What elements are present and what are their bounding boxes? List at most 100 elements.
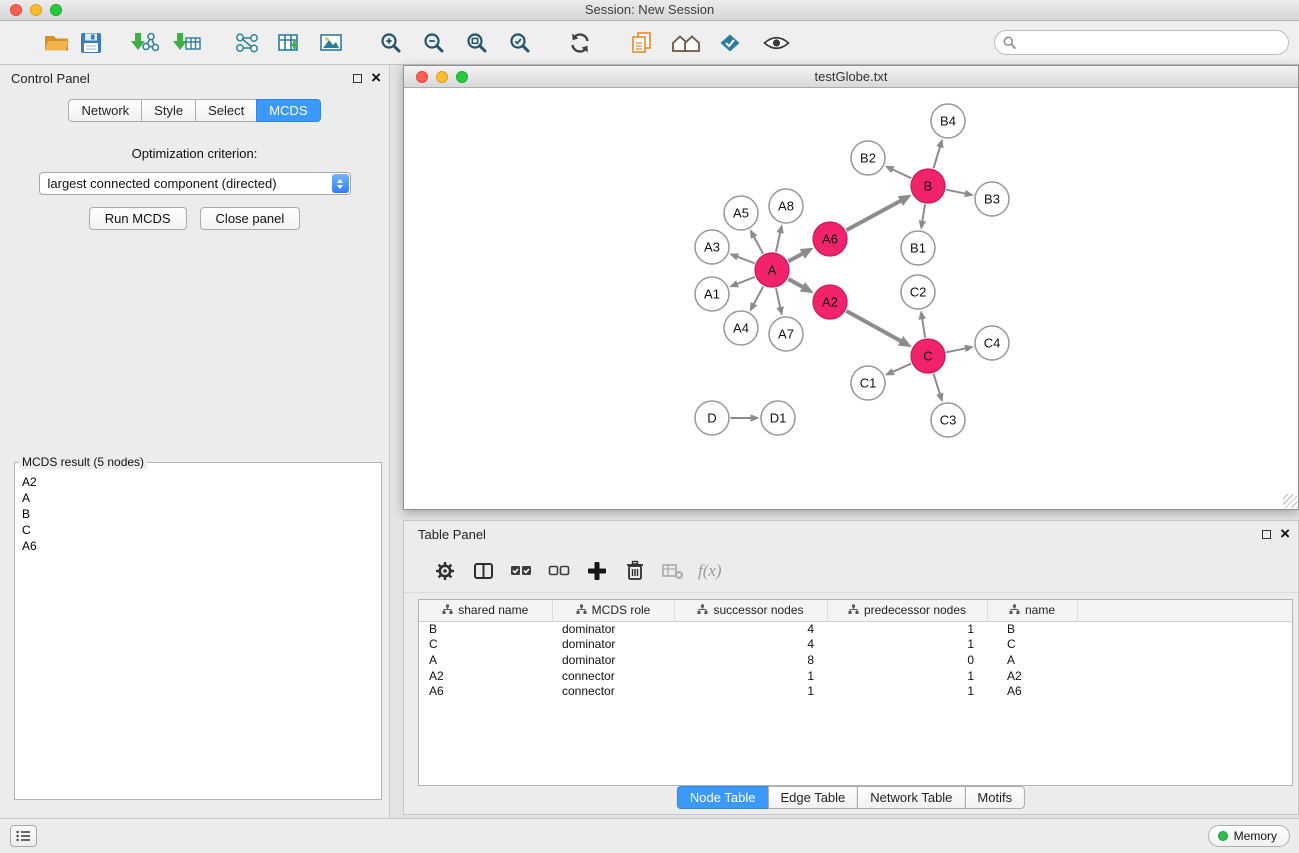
graph-node-A7[interactable]: A7	[769, 317, 803, 351]
network-window-titlebar[interactable]: testGlobe.txt	[404, 66, 1298, 88]
tab-node-table[interactable]: Node Table	[677, 786, 769, 809]
graph-node-A3[interactable]: A3	[695, 230, 729, 264]
houses-icon[interactable]	[669, 24, 703, 62]
graph-edge-A-A5[interactable]	[750, 229, 763, 253]
open-folder-icon[interactable]	[40, 24, 74, 62]
graph-edge-D-D1[interactable]	[731, 414, 760, 422]
graph-edge-C-C3[interactable]	[934, 374, 944, 403]
graph-node-A2[interactable]: A2	[813, 285, 847, 319]
table-row[interactable]: A6connector11A6	[419, 684, 1292, 700]
delete-row-icon[interactable]	[616, 552, 654, 590]
graph-edge-B-B4[interactable]	[933, 139, 943, 169]
resize-corner[interactable]	[1283, 494, 1297, 508]
settings-gear-icon[interactable]	[426, 552, 464, 590]
graph-edge-C-C1[interactable]	[885, 364, 911, 376]
graph-edge-A-A2[interactable]	[788, 279, 814, 293]
node-table[interactable]: shared nameMCDS rolesuccessor nodesprede…	[418, 599, 1293, 786]
zoom-out-icon[interactable]	[417, 24, 451, 62]
function-builder-icon[interactable]: f(x)	[698, 561, 722, 581]
network-close-button[interactable]	[416, 71, 428, 83]
graph-node-A5[interactable]: A5	[724, 196, 758, 230]
column-header-shared-name[interactable]: shared name	[419, 600, 552, 621]
graph-edge-A2-C[interactable]	[846, 311, 912, 347]
network-minimize-button[interactable]	[436, 71, 448, 83]
graph-node-A6[interactable]: A6	[813, 222, 847, 256]
close-table-panel-icon[interactable]: ×	[1280, 521, 1290, 547]
graph-node-B2[interactable]: B2	[851, 141, 885, 175]
graph-edge-A-A8[interactable]	[776, 224, 784, 252]
search-box[interactable]	[994, 30, 1289, 55]
tab-network-table[interactable]: Network Table	[857, 786, 965, 809]
graph-edge-C-C4[interactable]	[946, 345, 974, 353]
eye-icon[interactable]	[759, 24, 793, 62]
select-all-icon[interactable]	[502, 552, 540, 590]
search-input[interactable]	[1021, 35, 1280, 50]
float-panel-icon[interactable]	[353, 74, 362, 83]
graph-edge-A6-B[interactable]	[846, 195, 911, 230]
export-image-icon[interactable]	[314, 24, 348, 62]
column-header-MCDS-role[interactable]: MCDS role	[552, 600, 674, 621]
table-row[interactable]: A2connector11A2	[419, 669, 1292, 685]
graph-node-D[interactable]: D	[695, 401, 729, 435]
graph-node-B3[interactable]: B3	[975, 182, 1009, 216]
run-mcds-button[interactable]: Run MCDS	[89, 207, 187, 230]
document-copy-icon[interactable]	[625, 24, 659, 62]
window-titlebar[interactable]: Session: New Session	[0, 0, 1299, 21]
tab-style[interactable]: Style	[141, 99, 196, 122]
graph-node-B1[interactable]: B1	[901, 231, 935, 265]
graph-edge-B-B3[interactable]	[946, 190, 974, 198]
table-row[interactable]: Cdominator41C	[419, 637, 1292, 653]
column-header-successor-nodes[interactable]: successor nodes	[674, 600, 827, 621]
zoom-in-icon[interactable]	[374, 24, 408, 62]
graph-node-A1[interactable]: A1	[695, 277, 729, 311]
network-zoom-button[interactable]	[456, 71, 468, 83]
zoom-selected-icon[interactable]	[503, 24, 537, 62]
graphics-details-icon[interactable]	[713, 24, 747, 62]
close-window-button[interactable]	[10, 4, 22, 16]
graph-node-A8[interactable]: A8	[769, 189, 803, 223]
import-network-file-icon[interactable]	[128, 24, 162, 62]
close-panel-button[interactable]: Close panel	[200, 207, 301, 230]
table-row[interactable]: Bdominator41B	[419, 621, 1292, 637]
table-float-panel-icon[interactable]	[1262, 530, 1271, 539]
column-header-predecessor-nodes[interactable]: predecessor nodes	[827, 600, 987, 621]
zoom-fit-icon[interactable]	[460, 24, 494, 62]
mcds-result-list[interactable]: A2ABCA6	[17, 471, 379, 797]
new-table-icon[interactable]	[272, 24, 306, 62]
table-row[interactable]: Adominator80A	[419, 653, 1292, 669]
tab-mcds[interactable]: MCDS	[256, 99, 320, 122]
tab-motifs[interactable]: Motifs	[964, 786, 1025, 809]
graph-node-D1[interactable]: D1	[761, 401, 795, 435]
column-header-name[interactable]: name	[987, 600, 1077, 621]
save-session-icon[interactable]	[74, 24, 108, 62]
criterion-dropdown[interactable]: largest connected component (directed)	[39, 172, 351, 195]
graph-edge-B-B1[interactable]	[919, 204, 926, 229]
graph-edge-A-A1[interactable]	[729, 277, 755, 287]
network-graph[interactable]: A5A8A3A1A4A7B4B2B3B1C2C4C1C3DD1AA6A2BC	[405, 89, 1297, 508]
import-table-file-icon[interactable]	[170, 24, 204, 62]
graph-node-B4[interactable]: B4	[931, 104, 965, 138]
task-history-button[interactable]	[10, 825, 37, 847]
show-columns-icon[interactable]	[464, 552, 502, 590]
clone-network-icon[interactable]	[230, 24, 264, 62]
minimize-window-button[interactable]	[30, 4, 42, 16]
graph-node-C[interactable]: C	[911, 339, 945, 373]
tab-network[interactable]: Network	[68, 99, 142, 122]
graph-edge-A-A7[interactable]	[776, 288, 784, 316]
graph-edge-B-B2[interactable]	[885, 166, 911, 178]
graph-edge-A-A6[interactable]	[788, 248, 813, 262]
close-control-panel-icon[interactable]: ×	[371, 65, 381, 91]
graph-edge-A-A4[interactable]	[750, 286, 764, 311]
delete-table-icon[interactable]	[654, 552, 692, 590]
graph-node-C2[interactable]: C2	[901, 275, 935, 309]
tab-select[interactable]: Select	[195, 99, 257, 122]
memory-button[interactable]: Memory	[1208, 825, 1290, 847]
deselect-all-icon[interactable]	[540, 552, 578, 590]
graph-node-C1[interactable]: C1	[851, 366, 885, 400]
graph-edge-C-C2[interactable]	[919, 310, 926, 337]
graph-node-A[interactable]: A	[755, 253, 789, 287]
graph-node-C3[interactable]: C3	[931, 403, 965, 437]
graph-node-A4[interactable]: A4	[724, 311, 758, 345]
add-row-icon[interactable]	[578, 552, 616, 590]
graph-node-C4[interactable]: C4	[975, 326, 1009, 360]
